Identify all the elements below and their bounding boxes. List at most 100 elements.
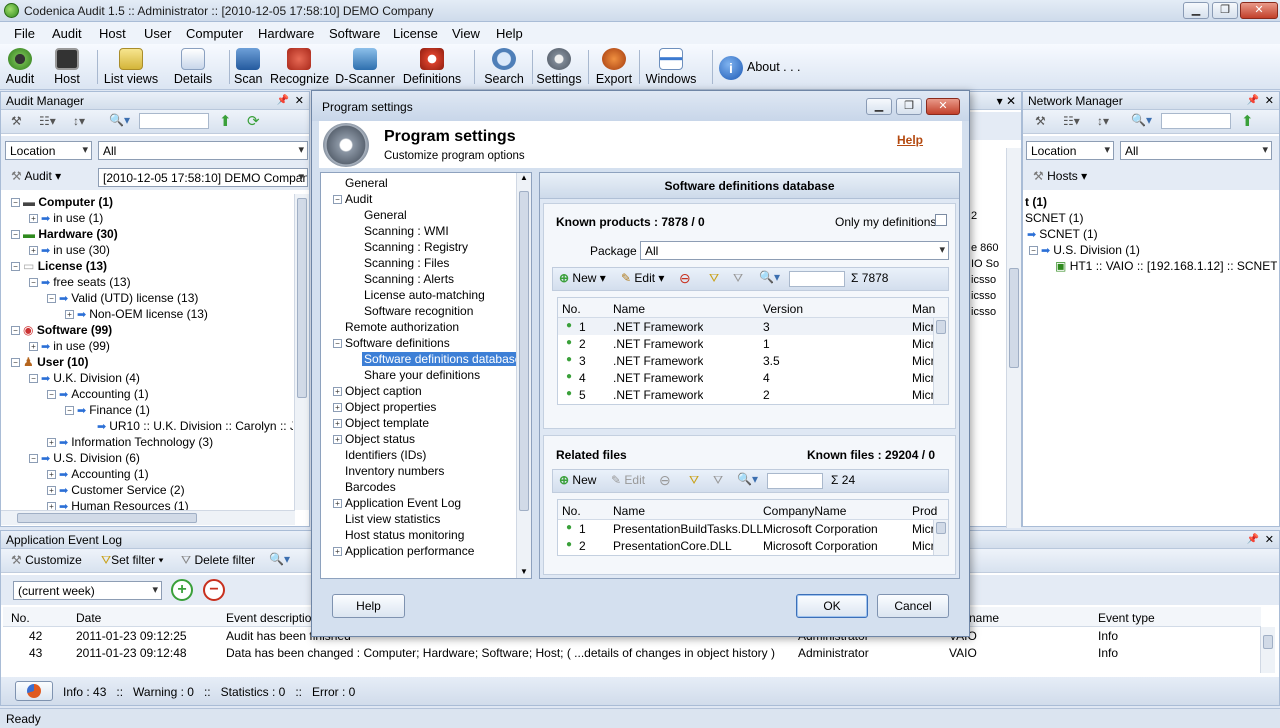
table-row[interactable]: ● 2 .NET Framework 1 Micr xyxy=(558,335,948,352)
nav-item[interactable]: Identifiers (IDs) xyxy=(325,447,513,463)
menu-software[interactable]: Software xyxy=(329,26,380,41)
products-search-input[interactable] xyxy=(789,271,845,287)
sort-icon[interactable]: ↕▾ xyxy=(73,114,85,128)
tree-node[interactable]: − ▬ Hardware (30) xyxy=(11,226,293,242)
dialog-minimize-button[interactable]: ▁ xyxy=(866,98,892,115)
help-button[interactable]: Help xyxy=(332,594,405,618)
filter-icon[interactable]: ⛛ xyxy=(709,271,719,286)
scan-tool[interactable]: Scan xyxy=(234,46,263,88)
menu-audit[interactable]: Audit xyxy=(52,26,82,41)
about-tool[interactable]: i About . . . xyxy=(718,46,802,88)
tree-node[interactable]: + ➡ in use (1) xyxy=(11,210,293,226)
maximize-button[interactable]: ❐ xyxy=(1212,2,1238,19)
nav-item[interactable]: License auto-matching xyxy=(325,287,513,303)
tools-icon[interactable]: ⚒ xyxy=(11,114,22,128)
tree-scrollbar[interactable] xyxy=(294,194,309,510)
details-tool[interactable]: Details xyxy=(173,46,213,88)
host-tool[interactable]: Host xyxy=(52,46,82,88)
edit-button[interactable]: ✎ Edit ▾ xyxy=(621,271,664,285)
table-row[interactable]: ● 1 PresentationBuildTasks.DLL Microsoft Co… xyxy=(558,520,948,537)
tree-view-icon[interactable]: ☷▾ xyxy=(1063,114,1080,128)
add-icon[interactable]: + xyxy=(171,579,193,601)
products-scrollbar[interactable] xyxy=(933,318,948,404)
nav-item[interactable]: Scanning : WMI xyxy=(325,223,513,239)
search-icon[interactable]: 🔍▾ xyxy=(737,472,758,486)
dialog-maximize-button[interactable]: ❐ xyxy=(896,98,922,115)
filter-icon[interactable]: ⛛ xyxy=(689,473,699,488)
tree-node[interactable]: t (1) xyxy=(1025,194,1277,210)
nav-item[interactable]: Remote authorization xyxy=(325,319,513,335)
delete-filter-button[interactable]: ⛛ Delete filter xyxy=(181,553,255,568)
table-row[interactable]: i 43 2011-01-23 09:12:48 Data has been c… xyxy=(3,644,1261,661)
tree-node[interactable]: + ➡ Human Resources (1) xyxy=(11,498,293,510)
tree-node[interactable]: + ➡ in use (99) xyxy=(11,338,293,354)
list-views-tool[interactable]: List views xyxy=(103,46,159,88)
close-icon[interactable]: ✕ xyxy=(1265,533,1274,546)
files-search-input[interactable] xyxy=(767,473,823,489)
tree-node[interactable]: − ➡ Accounting (1) xyxy=(11,386,293,402)
nav-item[interactable]: − Software definitions xyxy=(325,335,513,351)
export-tool[interactable]: Export xyxy=(594,46,634,88)
table-row[interactable]: ● 1 .NET Framework 3 Micr xyxy=(558,318,948,335)
up-arrow-icon[interactable]: ⬆ xyxy=(1241,112,1254,130)
tree-node[interactable]: + ➡ Accounting (1) xyxy=(11,466,293,482)
tree-node[interactable]: − ▭ License (13) xyxy=(11,258,293,274)
tree-node[interactable]: + ➡ in use (30) xyxy=(11,242,293,258)
tree-node[interactable]: − ➡ U.S. Division (1) xyxy=(1025,242,1277,258)
search-icon[interactable]: 🔍▾ xyxy=(1131,113,1152,127)
set-filter-button[interactable]: ⛛Set filter ▾ xyxy=(101,553,163,568)
nav-item[interactable]: Host status monitoring xyxy=(325,527,513,543)
ok-button[interactable]: OK xyxy=(796,594,868,618)
tree-node[interactable]: SCNET (1) xyxy=(1025,210,1277,226)
nav-item-selected[interactable]: Software definitions database xyxy=(325,351,524,367)
d-scanner-tool[interactable]: D-Scanner xyxy=(335,46,395,88)
menu-user[interactable]: User xyxy=(144,26,171,41)
tree-node[interactable]: + ➡ Customer Service (2) xyxy=(11,482,293,498)
settings-tool[interactable]: Settings xyxy=(536,46,582,88)
recognize-tool[interactable]: Recognize xyxy=(270,46,329,88)
nav-item[interactable]: + Object template xyxy=(325,415,513,431)
event-log-scrollbar[interactable] xyxy=(1260,627,1275,673)
location-combo[interactable]: Location xyxy=(1026,141,1114,160)
table-row[interactable]: ● 3 .NET Framework 3.5 Micr xyxy=(558,352,948,369)
definitions-tool[interactable]: Definitions xyxy=(401,46,463,88)
nav-item[interactable]: List view statistics xyxy=(325,511,513,527)
customize-button[interactable]: ⚒ Customize xyxy=(11,553,82,567)
nav-item[interactable]: − Audit xyxy=(325,191,513,207)
clear-filter-icon[interactable]: ⛛ xyxy=(713,473,723,488)
package-combo[interactable]: All xyxy=(640,241,949,260)
tree-node[interactable]: − ▬ Computer (1) xyxy=(11,194,293,210)
tree-node[interactable]: + ➡ Information Technology (3) xyxy=(11,434,293,450)
quick-search-input[interactable] xyxy=(1161,113,1231,129)
menu-host[interactable]: Host xyxy=(99,26,126,41)
tree-view-icon[interactable]: ☷▾ xyxy=(39,114,56,128)
audit-combo[interactable]: [2010-12-05 17:58:10] DEMO Company xyxy=(98,168,308,187)
remove-icon[interactable]: − xyxy=(203,579,225,601)
delete-icon[interactable]: ⊖ xyxy=(679,270,691,287)
hosts-selector[interactable]: ⚒ Hosts ▾ xyxy=(1033,169,1087,183)
nav-item[interactable]: General xyxy=(325,175,513,191)
nav-item[interactable]: Inventory numbers xyxy=(325,463,513,479)
location-combo[interactable]: Location xyxy=(5,141,92,160)
close-icon[interactable]: ✕ xyxy=(1006,94,1016,108)
location-filter-combo[interactable]: All xyxy=(1120,141,1272,160)
search-icon[interactable]: 🔍▾ xyxy=(109,113,130,127)
dropdown-icon[interactable]: ▾ xyxy=(997,94,1003,108)
pin-icon[interactable]: 📌 xyxy=(1247,534,1259,545)
statistics-button[interactable] xyxy=(15,681,53,701)
help-link[interactable]: Help xyxy=(897,133,923,147)
nav-item[interactable]: Barcodes xyxy=(325,479,513,495)
refresh-icon[interactable]: ⟳ xyxy=(247,112,260,130)
search-icon[interactable]: 🔍▾ xyxy=(759,270,780,284)
pin-icon[interactable]: 📌 xyxy=(277,95,289,106)
up-arrow-icon[interactable]: ⬆ xyxy=(219,112,232,130)
menu-help[interactable]: Help xyxy=(496,26,523,41)
pin-icon[interactable]: 📌 xyxy=(1247,95,1259,106)
nav-item[interactable]: Scanning : Registry xyxy=(325,239,513,255)
nav-item[interactable]: Share your definitions xyxy=(325,367,513,383)
nav-item[interactable]: + Application Event Log xyxy=(325,495,513,511)
tree-node[interactable]: − ➡ U.S. Division (6) xyxy=(11,450,293,466)
close-icon[interactable]: ✕ xyxy=(295,94,304,107)
menu-file[interactable]: File xyxy=(14,26,35,41)
audit-selector[interactable]: ⚒ Audit ▾ xyxy=(11,169,61,183)
